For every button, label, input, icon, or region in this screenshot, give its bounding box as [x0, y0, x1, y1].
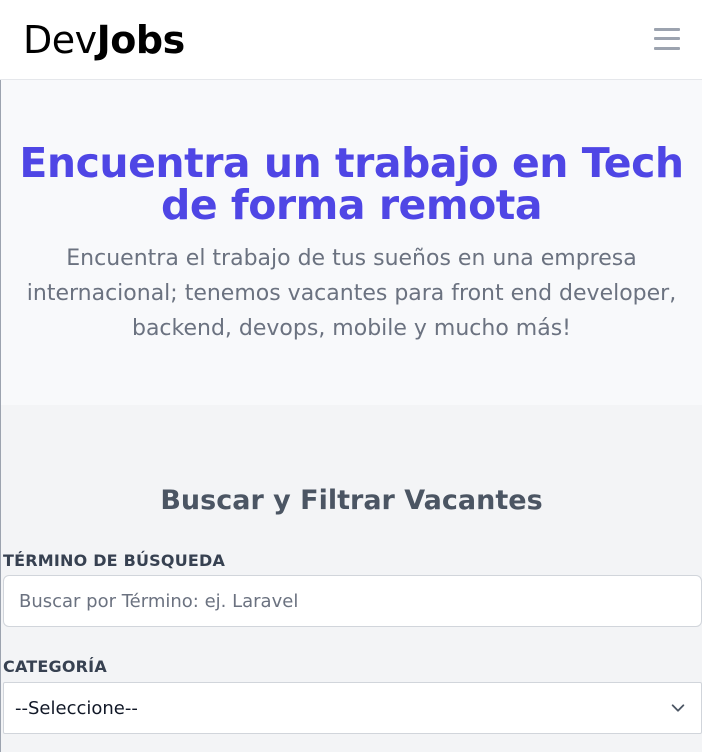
menu-bar — [654, 37, 680, 40]
category-label: CATEGORÍA — [3, 657, 107, 676]
category-select[interactable]: --Seleccione-- — [3, 682, 702, 734]
hero-subtitle-line2: internacional; tenemos vacantes para fro… — [26, 281, 677, 306]
hero-title-line2: de forma remota — [161, 181, 543, 229]
search-term-label: TÉRMINO DE BÚSQUEDA — [3, 551, 226, 570]
category-selected-value: --Seleccione-- — [15, 697, 138, 719]
chevron-down-icon — [671, 704, 685, 712]
devjobs-logo[interactable]: Dev Jobs — [23, 18, 185, 62]
menu-bar — [654, 46, 680, 50]
hero-subtitle-line3: backend, devops, mobile y mucho más! — [131, 316, 571, 341]
navbar: Dev Jobs — [0, 0, 702, 80]
hero-title-line1: Encuentra un trabajo en Tech — [19, 139, 684, 187]
hero-subtitle: Encuentra el trabajo de tus sueños en un… — [21, 241, 682, 346]
hamburger-menu-icon[interactable] — [654, 27, 680, 50]
search-section: Buscar y Filtrar Vacantes TÉRMINO DE BÚS… — [0, 405, 702, 752]
hero-section: Encuentra un trabajo en Tech de forma re… — [0, 80, 702, 405]
menu-bar — [654, 27, 680, 31]
logo-text-light: Dev — [23, 17, 97, 62]
hero-title: Encuentra un trabajo en Tech de forma re… — [1, 142, 702, 226]
logo-text-bold: Jobs — [96, 17, 186, 62]
search-heading: Buscar y Filtrar Vacantes — [160, 485, 543, 516]
hero-subtitle-line1: Encuentra el trabajo de tus sueños en un… — [66, 246, 637, 271]
search-term-input[interactable] — [3, 575, 702, 627]
